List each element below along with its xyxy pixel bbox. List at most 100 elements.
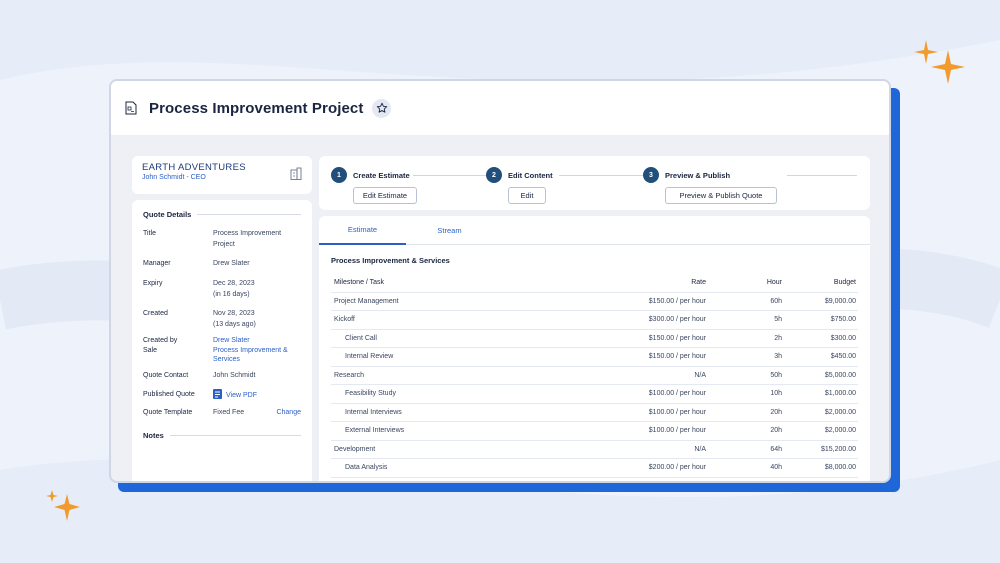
hour-cell: 64h — [770, 445, 782, 453]
column-header: Budget — [833, 279, 856, 287]
right-panel: 1 Create Estimate 2 Edit Content 3 Previ… — [319, 156, 870, 481]
sale-link[interactable]: Process Improvement & Services — [213, 346, 301, 370]
step-connector — [413, 175, 491, 176]
detail-row-quote-contact: Quote Contact John Schmidt — [143, 372, 256, 379]
title-value: Process Improvement — [213, 230, 282, 237]
tab-bar: Estimate Stream — [319, 216, 870, 245]
budget-cell: $300.00 — [830, 334, 856, 342]
detail-row-quote-template: Quote Template Fixed Fee Change — [143, 407, 301, 418]
step-number: 3 — [643, 167, 659, 183]
table-row[interactable]: External Interviews $100.00 / per hour 20h… — [331, 422, 858, 441]
left-panel: EARTH ADVENTURES John Schmidt - CEO Quot… — [132, 156, 312, 481]
document-icon — [125, 101, 137, 115]
edit-content-button[interactable]: Edit — [508, 187, 546, 204]
budget-cell: $750.00 — [830, 316, 856, 324]
sparkle-icon — [914, 40, 965, 84]
quote-details-card: Quote Details Title Process Improvement P… — [132, 200, 312, 481]
hour-cell: 60h — [770, 297, 782, 305]
table-row[interactable]: Research N/A 50h $5,000.00 — [331, 367, 858, 385]
task-cell: Data Analysis — [345, 464, 388, 472]
tab-stream[interactable]: Stream — [406, 216, 493, 245]
company-card[interactable]: EARTH ADVENTURES John Schmidt - CEO — [132, 156, 312, 194]
created-by-link[interactable]: Drew Slater — [213, 335, 301, 346]
task-cell: Project Management — [334, 297, 399, 305]
rate-cell: N/A — [694, 445, 706, 453]
table-row[interactable]: Internal Interviews $100.00 / per hour 20h… — [331, 404, 858, 422]
detail-row-created-by: Created by Drew Slater — [143, 335, 301, 346]
hour-cell: 2h — [774, 334, 782, 342]
quote-details-heading: Quote Details — [143, 210, 301, 219]
hour-cell: 20h — [770, 427, 782, 435]
step-title: Create Estimate — [353, 170, 410, 180]
rate-cell: N/A — [694, 371, 706, 379]
company-name: EARTH ADVENTURES — [142, 162, 246, 173]
rate-cell: $100.00 / per hour — [648, 427, 706, 435]
page-title: Process Improvement Project — [149, 99, 364, 117]
budget-cell: $15,200.00 — [820, 445, 856, 453]
change-template-link[interactable]: Change — [276, 407, 301, 418]
step-connector — [787, 175, 857, 176]
hour-cell: 20h — [770, 408, 782, 416]
step-preview-publish: 3 Preview & Publish — [643, 167, 730, 183]
detail-row-sale: Sale Process Improvement & Services — [143, 346, 301, 370]
step-title: Edit Content — [508, 170, 553, 180]
estimate-title: Process Improvement & Services — [331, 256, 450, 265]
table-row[interactable]: Feasibility Study $100.00 / per hour 10h $1… — [331, 385, 858, 404]
task-cell: Development — [334, 445, 376, 453]
title-bar: Process Improvement Project — [111, 81, 889, 135]
task-cell: Internal Review — [345, 353, 394, 361]
table-row[interactable]: Internal Review $150.00 / per hour 3h $450.… — [331, 348, 858, 367]
task-cell: Client Call — [345, 334, 377, 342]
rate-cell: $200.00 / per hour — [648, 464, 706, 472]
task-cell: Kickoff — [334, 316, 355, 324]
table-row[interactable]: Development N/A 64h $15,200.00 — [331, 441, 858, 459]
task-cell: Research — [334, 371, 364, 379]
app-window: Process Improvement Project EARTH ADVENT… — [109, 79, 891, 483]
table-row[interactable]: Data Analysis $200.00 / per hour 40h $8,000… — [331, 459, 858, 478]
table-header: Milestone / Task Rate Hour Budget — [331, 274, 858, 293]
rate-cell: $300.00 / per hour — [648, 316, 706, 324]
tab-estimate[interactable]: Estimate — [319, 216, 406, 245]
detail-row-published-quote: Published Quote View PDF — [143, 389, 301, 407]
budget-cell: $5,000.00 — [824, 371, 856, 379]
table-row[interactable]: Kickoff $300.00 / per hour 5h $750.00 — [331, 311, 858, 330]
preview-publish-button[interactable]: Preview & Publish Quote — [665, 187, 777, 204]
favorite-button[interactable] — [372, 98, 392, 118]
column-header: Hour — [766, 279, 782, 287]
budget-cell: $1,000.00 — [824, 390, 856, 398]
pdf-icon — [213, 389, 222, 399]
hour-cell: 50h — [770, 371, 782, 379]
detail-row-expiry: Expiry Dec 28, 2023 (in 16 days) — [143, 280, 255, 298]
hour-cell: 5h — [774, 316, 782, 324]
star-icon — [376, 102, 388, 113]
rate-cell: $150.00 / per hour — [648, 353, 706, 361]
step-connector — [559, 175, 649, 176]
notes-heading: Notes — [143, 431, 301, 440]
detail-row-title: Title Process Improvement Project — [143, 230, 282, 248]
detail-row-created: Created Nov 28, 2023 (13 days ago) — [143, 310, 256, 328]
task-cell: Internal Interviews — [345, 408, 402, 416]
step-edit-content: 2 Edit Content — [486, 167, 553, 183]
rate-cell: $100.00 / per hour — [648, 408, 706, 416]
company-contact[interactable]: John Schmidt - CEO — [142, 174, 302, 181]
table-row[interactable]: Client Call $150.00 / per hour 2h $300.00 — [331, 330, 858, 348]
budget-cell: $2,000.00 — [824, 408, 856, 416]
rate-cell: $100.00 / per hour — [648, 390, 706, 398]
budget-cell: $450.00 — [830, 353, 856, 361]
hour-cell: 40h — [770, 464, 782, 472]
budget-cell: $2,000.00 — [824, 427, 856, 435]
hour-cell: 10h — [770, 390, 782, 398]
detail-row-manager: Manager Drew Slater — [143, 260, 250, 267]
hour-cell: 3h — [774, 353, 782, 361]
sparkle-icon — [46, 490, 80, 521]
table-row[interactable]: Project Management $150.00 / per hour 60h $… — [331, 293, 858, 311]
step-title: Preview & Publish — [665, 170, 731, 180]
estimate-card: Estimate Stream Process Improvement & Se… — [319, 216, 870, 481]
view-pdf-link[interactable]: View PDF — [213, 389, 301, 407]
task-cell: External Interviews — [345, 427, 405, 435]
column-header: Rate — [691, 279, 706, 287]
budget-cell: $8,000.00 — [824, 464, 856, 472]
edit-estimate-button[interactable]: Edit Estimate — [353, 187, 417, 204]
steps-card: 1 Create Estimate 2 Edit Content 3 Previ… — [319, 156, 870, 210]
step-number: 2 — [486, 167, 502, 183]
